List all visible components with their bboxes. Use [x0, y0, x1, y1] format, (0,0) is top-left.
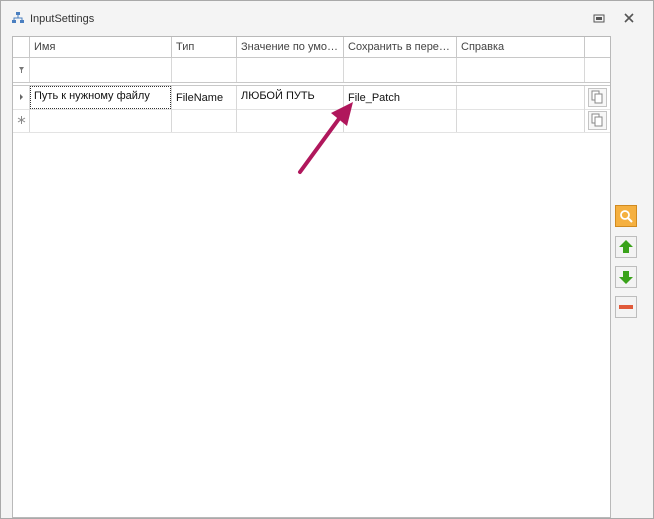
current-row-icon	[13, 86, 30, 109]
annotation-arrow-icon	[298, 102, 353, 174]
new-row-icon	[13, 109, 30, 132]
grid-header: Имя Тип Значение по умо… Сохранить в пер…	[13, 37, 610, 58]
minus-icon	[619, 305, 633, 309]
input-settings-window: InputSettings Имя Тип Значение по умо… С…	[0, 0, 654, 519]
filter-cell-save-to[interactable]	[344, 58, 457, 82]
new-cell-name[interactable]	[30, 109, 172, 132]
search-icon	[620, 210, 633, 223]
move-down-button[interactable]	[615, 266, 637, 288]
cell-name[interactable]: Путь к нужному файлу	[30, 86, 172, 109]
close-icon[interactable]	[622, 12, 636, 25]
filter-row-icon	[13, 58, 30, 82]
copy-row-button[interactable]	[588, 88, 607, 107]
filter-cell-type[interactable]	[172, 58, 237, 82]
title-bar: InputSettings	[1, 1, 653, 35]
search-button[interactable]	[615, 205, 637, 227]
filter-cell-default[interactable]	[237, 58, 344, 82]
cell-help[interactable]	[457, 86, 585, 109]
column-header-save-to[interactable]: Сохранить в пере…	[344, 37, 457, 57]
move-up-button[interactable]	[615, 236, 637, 258]
column-header-type[interactable]: Тип	[172, 37, 237, 57]
cell-type-text: FileName	[176, 92, 224, 104]
column-header-default[interactable]: Значение по умо…	[237, 37, 344, 57]
cell-type[interactable]: FileName	[172, 86, 237, 109]
window-title: InputSettings	[30, 13, 95, 25]
remove-button[interactable]	[615, 296, 637, 318]
header-spacer	[585, 37, 610, 57]
new-cell-type[interactable]	[172, 109, 237, 132]
new-cell-help[interactable]	[457, 109, 585, 132]
copy-new-row-button[interactable]	[588, 111, 607, 130]
arrow-up-icon	[619, 240, 633, 253]
restore-icon[interactable]	[592, 12, 606, 25]
copy-icon	[591, 113, 603, 127]
filter-cell-name[interactable]	[30, 58, 172, 82]
copy-icon	[591, 90, 603, 104]
tree-icon	[11, 11, 25, 25]
header-indicator	[13, 37, 30, 57]
filter-cell-help[interactable]	[457, 58, 585, 82]
column-header-help[interactable]: Справка	[457, 37, 585, 57]
filter-row[interactable]	[13, 58, 610, 83]
arrow-down-icon	[619, 271, 633, 284]
column-header-name[interactable]: Имя	[30, 37, 172, 57]
cell-name-text: Путь к нужному файлу	[34, 90, 150, 102]
